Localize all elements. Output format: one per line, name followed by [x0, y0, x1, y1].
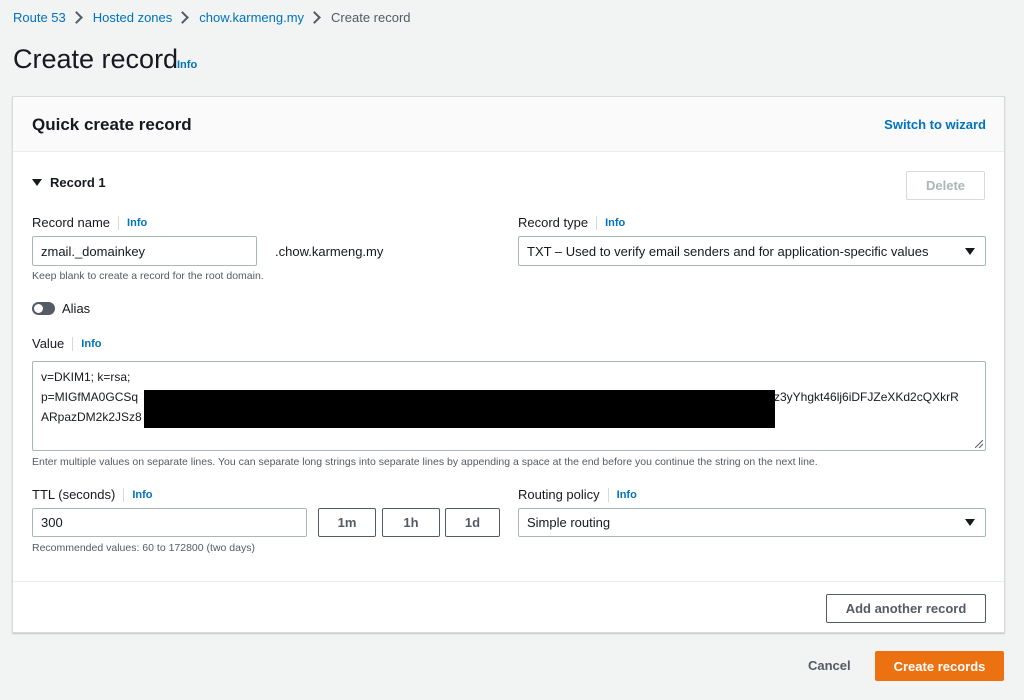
delete-button[interactable]: Delete	[906, 171, 985, 200]
divider	[118, 215, 120, 230]
chevron-right-icon	[69, 10, 83, 24]
divider	[596, 215, 598, 230]
add-another-record-button[interactable]: Add another record	[826, 594, 986, 623]
record-heading: Record 1	[50, 175, 106, 190]
breadcrumb-zone[interactable]: chow.karmeng.my	[199, 10, 304, 25]
redaction-block	[144, 390, 775, 428]
quick-create-panel: Quick create record Switch to wizard Rec…	[12, 96, 1005, 633]
value-label: Value	[32, 336, 65, 351]
ttl-input[interactable]: 300	[32, 508, 307, 537]
breadcrumb: Route 53 Hosted zones chow.karmeng.my Cr…	[13, 8, 411, 26]
alias-toggle[interactable]	[32, 302, 55, 315]
record-type-info-link[interactable]: Info	[605, 217, 625, 229]
routing-policy-info-link[interactable]: Info	[617, 489, 637, 501]
divider	[607, 487, 609, 502]
panel-title: Quick create record	[32, 115, 192, 134]
value-label-row: Value Info	[32, 336, 101, 351]
panel-footer: Add another record	[13, 581, 1004, 633]
record-type-select[interactable]: TXT – Used to verify email senders and f…	[518, 236, 986, 266]
breadcrumb-hosted-zones[interactable]: Hosted zones	[93, 10, 173, 25]
ttl-label-row: TTL (seconds) Info	[32, 487, 153, 502]
value-info-link[interactable]: Info	[81, 338, 101, 350]
routing-policy-label-row: Routing policy Info	[518, 487, 637, 502]
ttl-1h-button[interactable]: 1h	[382, 508, 440, 537]
record-1-expander[interactable]: Record 1	[32, 175, 106, 190]
record-type-label: Record type	[518, 215, 589, 230]
record-name-label-row: Record name Info	[32, 215, 147, 230]
record-name-label: Record name	[32, 215, 111, 230]
record-type-value: TXT – Used to verify email senders and f…	[527, 243, 929, 259]
breadcrumb-route53[interactable]: Route 53	[13, 10, 66, 25]
cancel-button[interactable]: Cancel	[808, 658, 851, 673]
toggle-knob	[34, 304, 43, 313]
page-title: Create record	[13, 44, 179, 74]
record-name-input[interactable]: zmail._domainkey	[32, 236, 257, 266]
record-name-hint: Keep blank to create a record for the ro…	[32, 270, 264, 282]
caret-down-icon	[965, 519, 975, 526]
routing-policy-select[interactable]: Simple routing	[518, 508, 986, 537]
routing-policy-label: Routing policy	[518, 487, 600, 502]
create-records-button[interactable]: Create records	[875, 651, 1004, 681]
divider	[72, 336, 74, 351]
breadcrumb-current: Create record	[331, 9, 411, 25]
ttl-info-link[interactable]: Info	[132, 489, 152, 501]
routing-policy-value: Simple routing	[527, 515, 611, 530]
resize-handle-icon[interactable]	[975, 440, 983, 448]
page-info-link[interactable]: Info	[177, 59, 197, 71]
value-line-2-start: p=MIGfMA0GCSq	[41, 390, 139, 404]
value-line-1: v=DKIM1; k=rsa;	[41, 370, 131, 384]
domain-suffix: .chow.karmeng.my	[275, 244, 384, 259]
value-hint: Enter multiple values on separate lines.…	[32, 456, 818, 468]
alias-row: Alias	[32, 301, 90, 316]
caret-down-icon	[965, 248, 975, 255]
panel-header: Quick create record Switch to wizard	[13, 97, 1004, 152]
ttl-1m-button[interactable]: 1m	[318, 508, 376, 537]
value-line-2-end: z3yYhgkt46lj6iDFJZeXKd2cQXkrR	[774, 390, 959, 404]
caret-down-icon	[32, 179, 42, 186]
switch-to-wizard-link[interactable]: Switch to wizard	[884, 117, 986, 132]
alias-label: Alias	[62, 301, 91, 316]
ttl-1d-button[interactable]: 1d	[445, 508, 500, 537]
record-type-label-row: Record type Info	[518, 215, 625, 230]
chevron-right-icon	[176, 10, 190, 24]
record-name-info-link[interactable]: Info	[127, 217, 147, 229]
divider	[123, 487, 125, 502]
ttl-label: TTL (seconds)	[32, 487, 116, 502]
chevron-right-icon	[308, 10, 321, 24]
ttl-hint: Recommended values: 60 to 172800 (two da…	[32, 542, 255, 554]
